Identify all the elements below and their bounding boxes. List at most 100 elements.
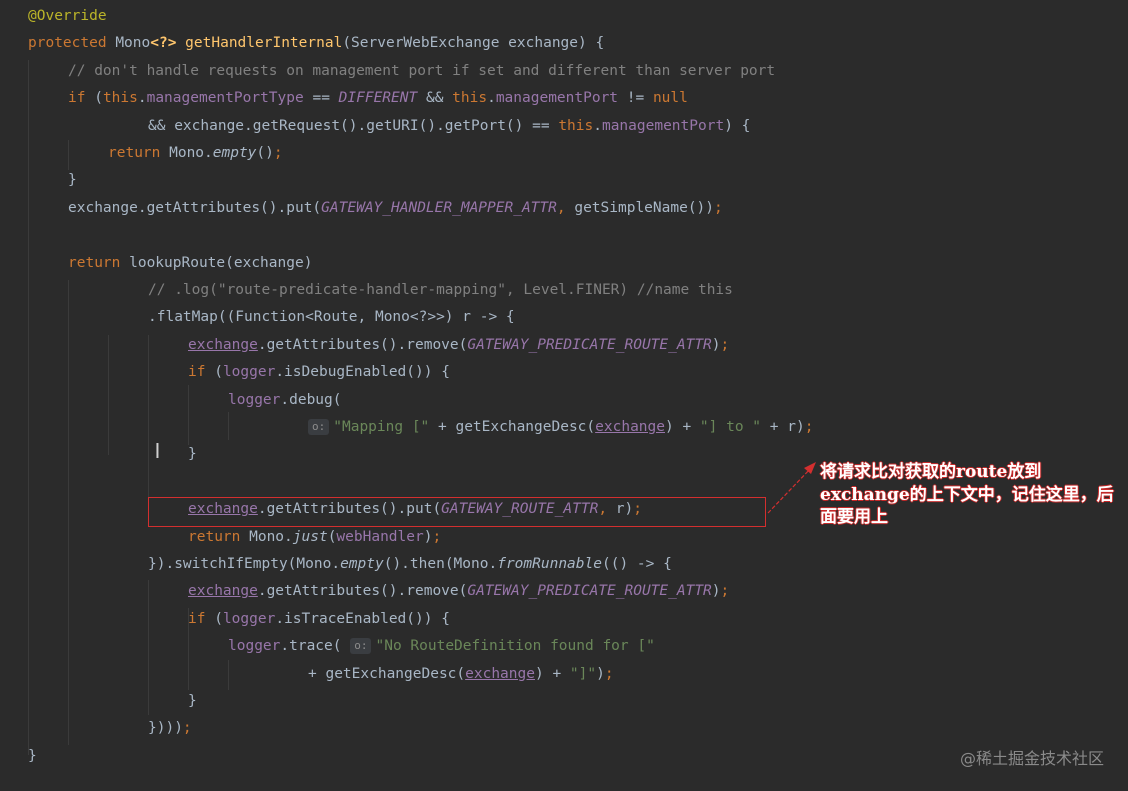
code-line[interactable]: if (logger.isDebugEnabled()) {	[188, 359, 450, 386]
code-token: empty	[212, 145, 257, 161]
code-token: .isDebugEnabled()) {	[275, 364, 450, 381]
code-token: + r)	[761, 419, 805, 435]
code-token: // don't handle requests on management p…	[68, 62, 776, 79]
code-token: getSimpleName())	[574, 199, 715, 216]
indent-guide	[68, 280, 69, 745]
code-token: GATEWAY_HANDLER_MAPPER_ATTR	[321, 199, 557, 216]
code-token: exchange	[595, 419, 665, 435]
code-token: })))	[148, 720, 183, 737]
code-token: ;	[804, 419, 814, 435]
code-token: just	[292, 528, 328, 545]
code-token: .debug(	[280, 391, 342, 408]
code-token: return	[68, 254, 130, 271]
parameter-hint: o:	[308, 419, 330, 435]
code-line[interactable]: })));	[148, 715, 192, 742]
code-line[interactable]: }	[28, 743, 37, 770]
code-token: (ServerWebExchange exchange) {	[342, 35, 605, 52]
code-token: Mono.	[169, 145, 213, 161]
code-line[interactable]: // .log("route-predicate-handler-mapping…	[148, 277, 733, 304]
code-token: fromRunnable	[497, 556, 602, 572]
code-token: // .log("route-predicate-handler-mapping…	[148, 282, 733, 298]
code-token: if	[188, 364, 215, 381]
code-token: @Override	[28, 8, 107, 24]
code-token: getHandlerInternal	[185, 35, 343, 52]
code-token: (	[94, 90, 103, 107]
code-token: .getAttributes().remove(	[257, 583, 468, 600]
code-editor[interactable]: @Override protected Mono<?> getHandlerInt…	[0, 0, 1128, 791]
code-token: protected	[28, 35, 116, 52]
code-token: Mono.	[249, 528, 293, 545]
code-line[interactable]: + getExchangeDesc(exchange) + "]");	[308, 661, 614, 688]
code-token: logger	[228, 391, 281, 408]
code-line[interactable]: exchange.getAttributes().put(GATEWAY_HAN…	[68, 195, 723, 222]
code-token: GATEWAY_PREDICATE_ROUTE_ATTR	[467, 583, 712, 600]
code-token: )	[711, 583, 721, 600]
code-line[interactable]: .flatMap((Function<Route, Mono<?>>) r ->…	[148, 304, 515, 331]
code-token: exchange	[188, 583, 258, 600]
code-token: .flatMap((Function<Route, Mono<?>>) r ->…	[148, 309, 515, 326]
indent-guide	[28, 60, 29, 755]
code-token: + getExchangeDesc(	[308, 665, 466, 682]
code-token: ) +	[534, 665, 570, 682]
code-line[interactable]: @Override	[28, 3, 107, 30]
code-token: .isTraceEnabled()) {	[275, 610, 450, 627]
code-line[interactable]: }).switchIfEmpty(Mono.empty().then(Mono.…	[148, 551, 672, 578]
code-line[interactable]: return lookupRoute(exchange)	[68, 250, 312, 277]
code-token: managementPort	[495, 90, 619, 107]
watermark: @稀土掘金技术社区	[959, 749, 1104, 768]
code-token: &&	[417, 90, 453, 107]
code-line[interactable]: return Mono.just(webHandler);	[188, 524, 441, 551]
annotation-text: 将请求比对获取的route放到exchange的上下文中，记住这里，后面要用上	[820, 462, 1114, 527]
indent-guide	[108, 335, 109, 455]
code-token: managementPortType	[146, 90, 304, 107]
code-line[interactable]: logger.debug(	[228, 387, 342, 414]
code-token: (() -> {	[601, 556, 672, 572]
code-token: ) {	[724, 117, 751, 134]
code-token: ;	[604, 665, 614, 682]
code-line[interactable]: return Mono.empty();	[108, 140, 283, 167]
code-token: return	[188, 528, 250, 545]
code-token: ;	[714, 199, 723, 216]
code-token: }	[188, 446, 197, 463]
code-line[interactable]: exchange.getAttributes().remove(GATEWAY_…	[188, 578, 729, 605]
parameter-hint: o:	[350, 638, 372, 655]
code-line[interactable]: }	[188, 688, 197, 715]
code-token: .	[593, 117, 602, 134]
code-token: logger	[222, 610, 276, 627]
code-token: return	[108, 145, 170, 161]
highlight-box	[148, 497, 766, 527]
code-token: ==	[303, 90, 339, 107]
code-token: .	[487, 90, 496, 107]
code-line[interactable]: }	[68, 167, 77, 194]
code-token: (	[214, 364, 223, 381]
code-line[interactable]: if (this.managementPortType == DIFFERENT…	[68, 85, 688, 112]
code-token: .getAttributes().remove(	[257, 336, 468, 353]
code-token: logger	[222, 364, 276, 381]
code-token: ().then(Mono.	[383, 556, 498, 572]
code-token: ;	[720, 583, 730, 600]
code-line[interactable]: if (logger.isTraceEnabled()) {	[188, 606, 450, 633]
indent-guide	[148, 580, 149, 715]
code-token: null	[652, 90, 688, 107]
code-line[interactable]: exchange.getAttributes().remove(GATEWAY_…	[188, 332, 729, 359]
code-token: .trace(	[280, 638, 351, 655]
code-token: if	[68, 90, 95, 107]
code-token: this	[102, 90, 138, 107]
code-line[interactable]: // don't handle requests on management p…	[68, 58, 775, 85]
code-line[interactable]: logger.trace( o: "No RouteDefinition foun…	[228, 633, 655, 660]
text-cursor-icon: I	[154, 439, 161, 463]
code-token: ;	[432, 528, 442, 545]
code-line[interactable]: }	[188, 441, 197, 468]
code-token: lookupRoute(exchange)	[129, 254, 313, 271]
code-line[interactable]: protected Mono<?> getHandlerInternal(Ser…	[28, 30, 604, 57]
code-token: .	[137, 90, 147, 107]
code-line[interactable]: && exchange.getRequest().getURI().getPor…	[148, 113, 750, 140]
code-line[interactable]: o: "Mapping [" + getExchangeDesc(exchange…	[308, 414, 813, 441]
code-token: managementPort	[601, 117, 725, 134]
code-token: this	[452, 90, 488, 107]
indent-guide	[228, 660, 229, 690]
code-token: this	[558, 117, 594, 134]
code-token: )	[711, 336, 721, 353]
code-token: Mono	[115, 35, 151, 52]
